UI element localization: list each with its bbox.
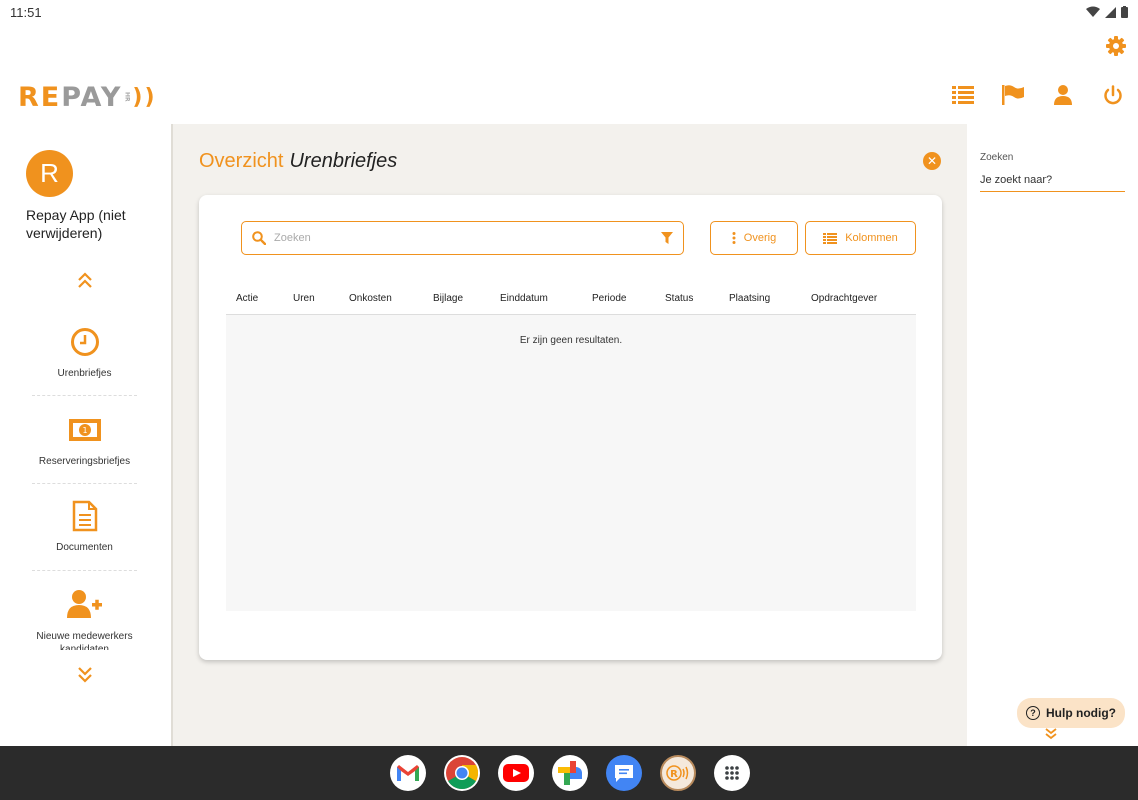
page-title: Overzicht Urenbriefjes bbox=[199, 150, 397, 173]
clock-icon bbox=[32, 326, 137, 358]
header-actions bbox=[952, 84, 1124, 106]
wifi-icon bbox=[1086, 6, 1100, 17]
search-icon bbox=[252, 231, 266, 245]
help-label: Hulp nodig? bbox=[1046, 706, 1116, 720]
banknote-icon: 1 bbox=[32, 414, 137, 446]
document-icon bbox=[32, 500, 137, 532]
table-header: Actie Uren Onkosten Bijlage Einddatum Pe… bbox=[226, 285, 916, 315]
signal-icon bbox=[1105, 6, 1116, 18]
question-icon: ? bbox=[1026, 706, 1040, 720]
logo-waves-icon: )) bbox=[132, 84, 157, 110]
sidebar-item-label: Nieuwe medewerkers kandidaten bbox=[36, 631, 133, 650]
chevron-down-icon[interactable] bbox=[1044, 727, 1058, 740]
youtube-icon[interactable] bbox=[498, 755, 534, 791]
columns-list-icon bbox=[823, 232, 838, 244]
status-bar: 11:51 bbox=[0, 0, 1138, 24]
search-field[interactable]: Je zoekt naar? bbox=[980, 172, 1125, 192]
gmail-icon[interactable] bbox=[390, 755, 426, 791]
main-content: Overzicht Urenbriefjes ✕ Zoeken Overig K… bbox=[171, 124, 967, 746]
list-icon[interactable] bbox=[952, 84, 974, 106]
app-drawer-icon[interactable] bbox=[714, 755, 750, 791]
sidebar-divider bbox=[32, 483, 137, 484]
messages-icon[interactable] bbox=[606, 755, 642, 791]
add-user-icon bbox=[32, 588, 137, 620]
flag-icon[interactable] bbox=[1002, 84, 1024, 106]
empty-results-message: Er zijn geen resultaten. bbox=[519, 335, 623, 346]
column-header[interactable]: Actie bbox=[236, 293, 258, 304]
logo-pay: PAY bbox=[61, 81, 123, 113]
sidebar-item-urenbriefjes[interactable]: Urenbriefjes bbox=[32, 326, 137, 379]
app-dock: R bbox=[390, 755, 750, 791]
table-body: Er zijn geen resultaten. bbox=[226, 315, 916, 611]
overig-button[interactable]: Overig bbox=[710, 221, 798, 255]
more-vertical-icon bbox=[732, 232, 736, 244]
status-time: 11:51 bbox=[10, 4, 42, 20]
battery-icon bbox=[1121, 6, 1128, 18]
avatar[interactable]: R bbox=[26, 150, 73, 197]
logo-sub: HR bbox=[123, 92, 131, 102]
right-search-panel: Zoeken Je zoekt naar? ? Hulp nodig? bbox=[967, 124, 1138, 746]
search-label: Zoeken bbox=[980, 152, 1014, 163]
svg-text:1: 1 bbox=[82, 426, 87, 435]
column-header[interactable]: Periode bbox=[592, 293, 626, 304]
photos-icon[interactable] bbox=[552, 755, 588, 791]
sidebar-item-nieuwe-medewerkers[interactable]: Nieuwe medewerkers kandidaten bbox=[32, 588, 137, 650]
chevron-down-icon[interactable] bbox=[76, 665, 94, 683]
chrome-icon[interactable] bbox=[444, 755, 480, 791]
column-header[interactable]: Plaatsing bbox=[729, 293, 770, 304]
column-header[interactable]: Uren bbox=[293, 293, 315, 304]
column-header[interactable]: Status bbox=[665, 293, 693, 304]
sidebar-item-label: Reserveringsbriefjes bbox=[38, 456, 131, 467]
settings-gear-icon[interactable] bbox=[1106, 36, 1126, 56]
sidebar-divider bbox=[32, 395, 137, 396]
page-title-prefix: Overzicht bbox=[199, 150, 284, 172]
kolommen-label: Kolommen bbox=[845, 232, 898, 244]
overig-label: Overig bbox=[743, 232, 777, 244]
repay-logo[interactable]: RE PAY HR )) bbox=[18, 81, 157, 113]
search-placeholder: Zoeken bbox=[274, 232, 311, 244]
svg-text:R: R bbox=[670, 769, 678, 780]
taskbar: R bbox=[0, 746, 1138, 800]
app-header: RE PAY HR )) bbox=[0, 76, 1138, 120]
search-input[interactable]: Zoeken bbox=[241, 221, 684, 255]
left-sidebar: R Repay App (niet verwijderen) Urenbrief… bbox=[0, 124, 171, 746]
sidebar-item-documenten[interactable]: Documenten bbox=[32, 500, 137, 553]
page-title-name: Urenbriefjes bbox=[289, 150, 398, 172]
sidebar-item-label: Documenten bbox=[56, 542, 113, 553]
sidebar-item-label: Urenbriefjes bbox=[57, 368, 112, 379]
sidebar-item-reserveringsbriefjes[interactable]: 1 Reserveringsbriefjes bbox=[32, 414, 137, 467]
status-icons bbox=[1086, 6, 1128, 18]
close-icon[interactable]: ✕ bbox=[923, 152, 941, 170]
kolommen-button[interactable]: Kolommen bbox=[805, 221, 916, 255]
filter-icon[interactable] bbox=[661, 232, 673, 244]
sidebar-divider bbox=[32, 570, 137, 571]
logo-re: RE bbox=[18, 81, 62, 113]
power-icon[interactable] bbox=[1102, 84, 1124, 106]
overview-card: Zoeken Overig Kolommen Actie Uren Onkost… bbox=[199, 195, 942, 660]
column-header[interactable]: Bijlage bbox=[433, 293, 463, 304]
help-button[interactable]: ? Hulp nodig? bbox=[1017, 698, 1125, 728]
chevron-up-icon[interactable] bbox=[76, 272, 94, 290]
column-header[interactable]: Einddatum bbox=[500, 293, 548, 304]
user-name: Repay App (niet verwijderen) bbox=[26, 207, 126, 241]
column-header[interactable]: Onkosten bbox=[349, 293, 392, 304]
user-icon[interactable] bbox=[1052, 84, 1074, 106]
column-header[interactable]: Opdrachtgever bbox=[811, 293, 877, 304]
repay-app-icon[interactable]: R bbox=[660, 755, 696, 791]
